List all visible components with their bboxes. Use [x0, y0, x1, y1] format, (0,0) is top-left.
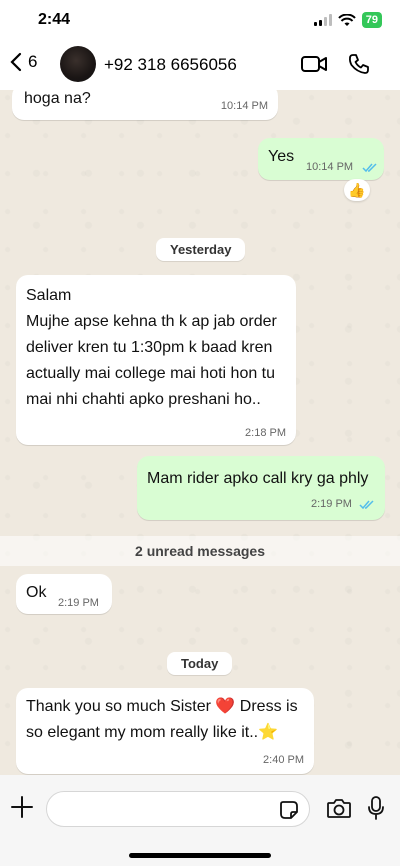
- microphone-icon[interactable]: [366, 795, 386, 821]
- message-text: Yes: [268, 148, 295, 165]
- message-time: 2:18 PM: [245, 427, 286, 439]
- message-time: 2:19 PM: [58, 597, 99, 609]
- message-time: 2:19 PM: [311, 498, 352, 510]
- status-bar: 2:44 79: [0, 0, 400, 42]
- message-time: 2:40 PM: [263, 754, 304, 766]
- message-outgoing[interactable]: Mam rider apko call kry ga phly 2:19 PM: [137, 456, 385, 520]
- message-input[interactable]: [46, 791, 310, 827]
- chat-header: 6 +92 318 6656056: [0, 42, 400, 90]
- message-text: Salam Mujhe apse kehna th k ap jab order…: [26, 287, 277, 408]
- avatar[interactable]: [60, 46, 96, 82]
- cellular-signal-icon: [313, 14, 332, 26]
- chevron-left-icon: [10, 52, 22, 72]
- video-call-icon[interactable]: [300, 53, 328, 75]
- message-time: 10:14 PM: [220, 100, 268, 112]
- reaction-badge[interactable]: 👍: [344, 179, 370, 201]
- phone-call-icon[interactable]: [348, 53, 370, 75]
- message-time: 10:14 PM: [306, 161, 354, 173]
- back-button[interactable]: 6: [10, 52, 37, 72]
- wifi-icon: [338, 13, 356, 26]
- camera-icon[interactable]: [326, 797, 352, 819]
- message-list[interactable]: hoga na? 10:14 PM Yes 10:14 PM 👍 Yesterd…: [0, 84, 400, 775]
- battery-icon: 79: [361, 12, 382, 28]
- message-text: Mam rider apko call kry ga phly: [147, 470, 369, 487]
- unread-messages-divider: 2 unread messages: [0, 536, 400, 566]
- message-outgoing[interactable]: Yes 10:14 PM: [258, 138, 384, 180]
- read-receipt-icon: [362, 163, 377, 173]
- read-receipt-icon: [359, 500, 374, 510]
- contact-name[interactable]: +92 318 6656056: [104, 55, 237, 75]
- home-indicator: [129, 853, 271, 858]
- composer-bar: [0, 775, 400, 866]
- message-incoming[interactable]: Salam Mujhe apse kehna th k ap jab order…: [16, 275, 296, 445]
- date-separator: Yesterday: [156, 238, 246, 261]
- status-icons: 79: [313, 12, 382, 28]
- message-text: Thank you so much Sister ❤️ Dress is so …: [26, 698, 298, 741]
- message-text: Ok: [26, 584, 47, 601]
- message-incoming[interactable]: Ok 2:19 PM: [16, 574, 112, 614]
- sticker-icon[interactable]: [279, 800, 299, 820]
- message-text: hoga na?: [24, 90, 91, 107]
- plus-icon[interactable]: [10, 795, 34, 819]
- unread-chats-count: 6: [28, 52, 38, 71]
- message-incoming[interactable]: Thank you so much Sister ❤️ Dress is so …: [16, 688, 314, 774]
- status-time: 2:44: [38, 11, 71, 28]
- message-incoming[interactable]: hoga na? 10:14 PM: [12, 84, 278, 120]
- date-separator: Today: [167, 652, 233, 675]
